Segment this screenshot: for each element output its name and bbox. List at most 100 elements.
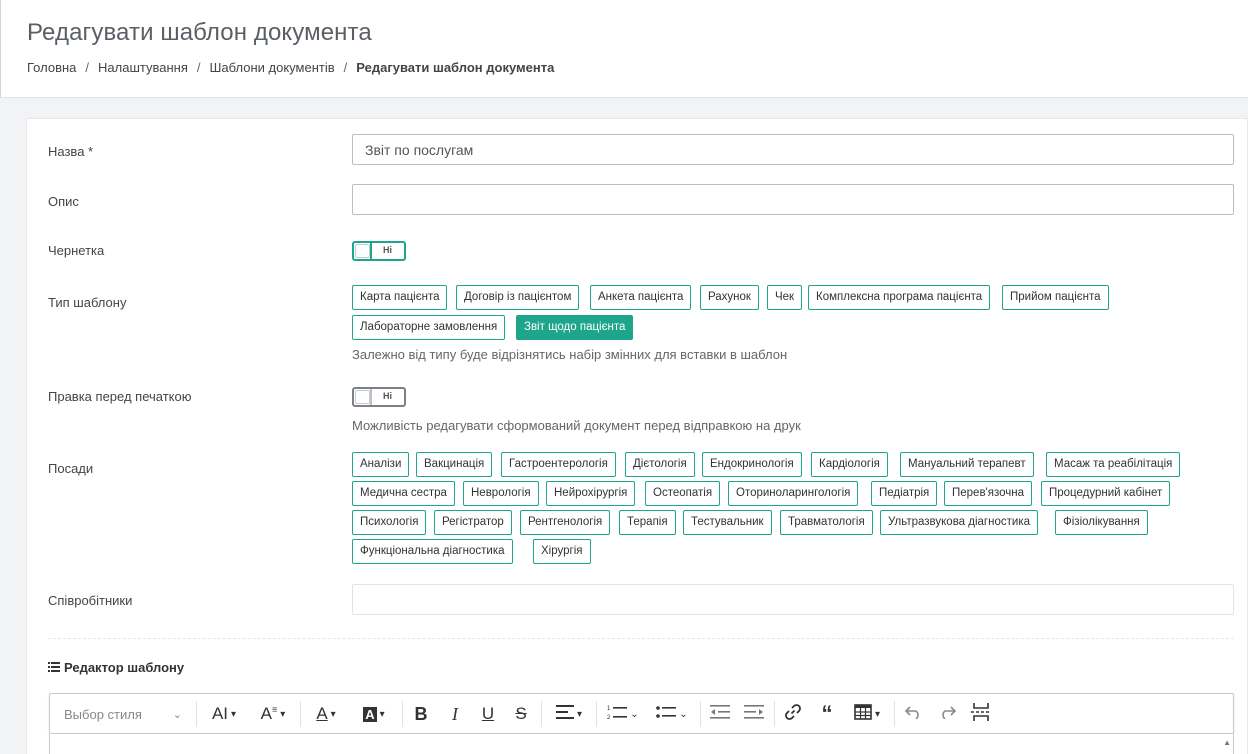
link-button[interactable] — [781, 702, 805, 726]
toggle-divider — [370, 243, 372, 259]
table-button[interactable]: ▾ — [847, 702, 887, 726]
employees-input[interactable] — [352, 584, 1234, 615]
list-icon — [48, 660, 60, 675]
position-option[interactable]: Педіатрія — [871, 481, 938, 506]
position-option[interactable]: Фізіолікування — [1055, 510, 1148, 535]
template-type-option[interactable]: Карта пацієнта — [352, 285, 448, 310]
template-type-option[interactable]: Рахунок — [700, 285, 759, 310]
name-input[interactable] — [352, 134, 1234, 165]
edit-before-print-toggle-text: Ні — [383, 391, 392, 401]
quote-button[interactable]: “ — [815, 701, 839, 726]
indent-button[interactable] — [742, 702, 766, 726]
position-option[interactable]: Нейрохірургія — [546, 481, 636, 506]
numbered-list-button[interactable]: 1 2 ⌄ — [603, 702, 643, 726]
position-option[interactable]: Вакцинація — [416, 452, 493, 477]
chevron-down-icon: ▾ — [379, 708, 385, 720]
position-option[interactable]: Рентгенологія — [520, 510, 611, 535]
font-color-icon: A — [316, 704, 328, 723]
position-option[interactable]: Ультразвукова діагностика — [880, 510, 1038, 535]
chevron-down-icon: ⌄ — [630, 708, 639, 720]
template-type-option[interactable]: Договір із пацієнтом — [456, 285, 580, 310]
position-option[interactable]: Регістратор — [434, 510, 512, 535]
strikethrough-button[interactable]: S — [509, 702, 533, 726]
position-option[interactable]: Функціональна діагностика — [352, 539, 513, 564]
position-option[interactable]: Процедурний кабінет — [1041, 481, 1171, 506]
breadcrumb-separator: / — [196, 60, 201, 75]
underline-button[interactable]: U — [476, 702, 500, 726]
position-option[interactable]: Дієтологія — [625, 452, 695, 477]
position-option[interactable]: Аналізи — [352, 452, 410, 477]
editor-title-text: Редактор шаблону — [64, 660, 185, 675]
editor-title: Редактор шаблону — [48, 660, 184, 675]
svg-text:2: 2 — [607, 715, 611, 720]
draft-toggle[interactable]: Ні — [352, 241, 406, 261]
style-select[interactable]: Выбор стиля ⌄ — [58, 702, 188, 726]
toolbar-separator — [402, 701, 403, 727]
template-type-option[interactable]: Комплексна програма пацієнта — [808, 285, 991, 310]
position-option[interactable]: Масаж та реабілітація — [1046, 452, 1181, 477]
position-option[interactable]: Гастроентерологія — [501, 452, 616, 477]
font-color-button[interactable]: A ▾ — [308, 702, 344, 726]
bulleted-list-icon — [656, 705, 677, 724]
style-select-value: Выбор стиля — [64, 706, 142, 722]
undo-button[interactable] — [902, 702, 926, 726]
table-icon — [854, 703, 872, 725]
template-type-option[interactable]: Анкета пацієнта — [590, 285, 692, 310]
scroll-up-icon[interactable]: ▲ — [1223, 738, 1231, 747]
breadcrumb-templates[interactable]: Шаблони документів — [210, 60, 335, 75]
template-type-option[interactable]: Лабораторне замовлення — [352, 315, 506, 340]
template-type-option[interactable]: Прийом пацієнта — [1002, 285, 1109, 310]
background-color-icon: A — [363, 706, 377, 722]
breadcrumb-settings[interactable]: Налаштування — [98, 60, 188, 75]
section-divider — [48, 638, 1234, 639]
chevron-down-icon: ▾ — [280, 708, 286, 720]
breadcrumb-separator: / — [85, 60, 90, 75]
font-family-icon: A≡ — [260, 704, 278, 723]
edit-before-print-label: Правка перед печаткою — [48, 389, 192, 404]
italic-icon: I — [452, 703, 458, 724]
toolbar-separator — [774, 701, 775, 727]
breadcrumb-home[interactable]: Головна — [27, 60, 76, 75]
position-option[interactable]: Перев'язочна — [944, 481, 1033, 506]
description-input[interactable] — [352, 184, 1234, 215]
bold-icon: B — [414, 703, 428, 724]
align-button[interactable]: ▾ — [549, 702, 589, 726]
toolbar-separator — [196, 701, 197, 727]
breadcrumb: Головна / Налаштування / Шаблони документів /… — [27, 60, 554, 75]
outdent-button[interactable] — [708, 702, 732, 726]
chevron-down-icon: ▾ — [231, 708, 237, 720]
position-option[interactable]: Травматологія — [780, 510, 873, 535]
position-option[interactable]: Мануальний терапевт — [900, 452, 1034, 477]
position-option[interactable]: Тестувальник — [683, 510, 772, 535]
position-option[interactable]: Ендокринологія — [702, 452, 802, 477]
position-option[interactable]: Остеопатія — [645, 481, 721, 506]
font-family-button[interactable]: A≡ ▾ — [254, 702, 292, 726]
italic-button[interactable]: I — [443, 702, 467, 726]
chevron-down-icon: ⌄ — [172, 708, 182, 721]
position-option[interactable]: Медична сестра — [352, 481, 455, 506]
position-option[interactable]: Оториноларингологія — [728, 481, 859, 506]
bold-button[interactable]: B — [409, 702, 433, 726]
font-size-icon: AI — [211, 704, 229, 723]
page-break-button[interactable] — [968, 702, 994, 726]
page-break-icon — [971, 702, 991, 726]
edit-before-print-toggle[interactable]: Ні — [352, 387, 406, 407]
position-option[interactable]: Неврологія — [463, 481, 539, 506]
template-type-option[interactable]: Чек — [767, 285, 803, 310]
position-option[interactable]: Кардіологія — [811, 452, 888, 477]
chevron-down-icon: ▾ — [874, 708, 881, 720]
bulleted-list-button[interactable]: ⌄ — [652, 702, 692, 726]
undo-icon — [904, 705, 923, 724]
template-type-option-selected[interactable]: Звіт щодо пацієнта — [516, 315, 634, 340]
breadcrumb-separator: / — [343, 60, 348, 75]
form-card: Назва * Опис Чернетка Ні Тип шаблону Кар… — [26, 118, 1248, 754]
svg-text:1: 1 — [607, 706, 611, 712]
position-option[interactable]: Терапія — [619, 510, 676, 535]
background-color-button[interactable]: A ▾ — [354, 702, 394, 726]
position-option[interactable]: Психологія — [352, 510, 427, 535]
redo-button[interactable] — [935, 702, 959, 726]
editor-content-area[interactable]: ▲ — [49, 734, 1234, 754]
font-size-button[interactable]: AI ▾ — [205, 702, 243, 726]
position-option[interactable]: Хірургія — [533, 539, 591, 564]
strikethrough-icon: S — [515, 704, 527, 723]
